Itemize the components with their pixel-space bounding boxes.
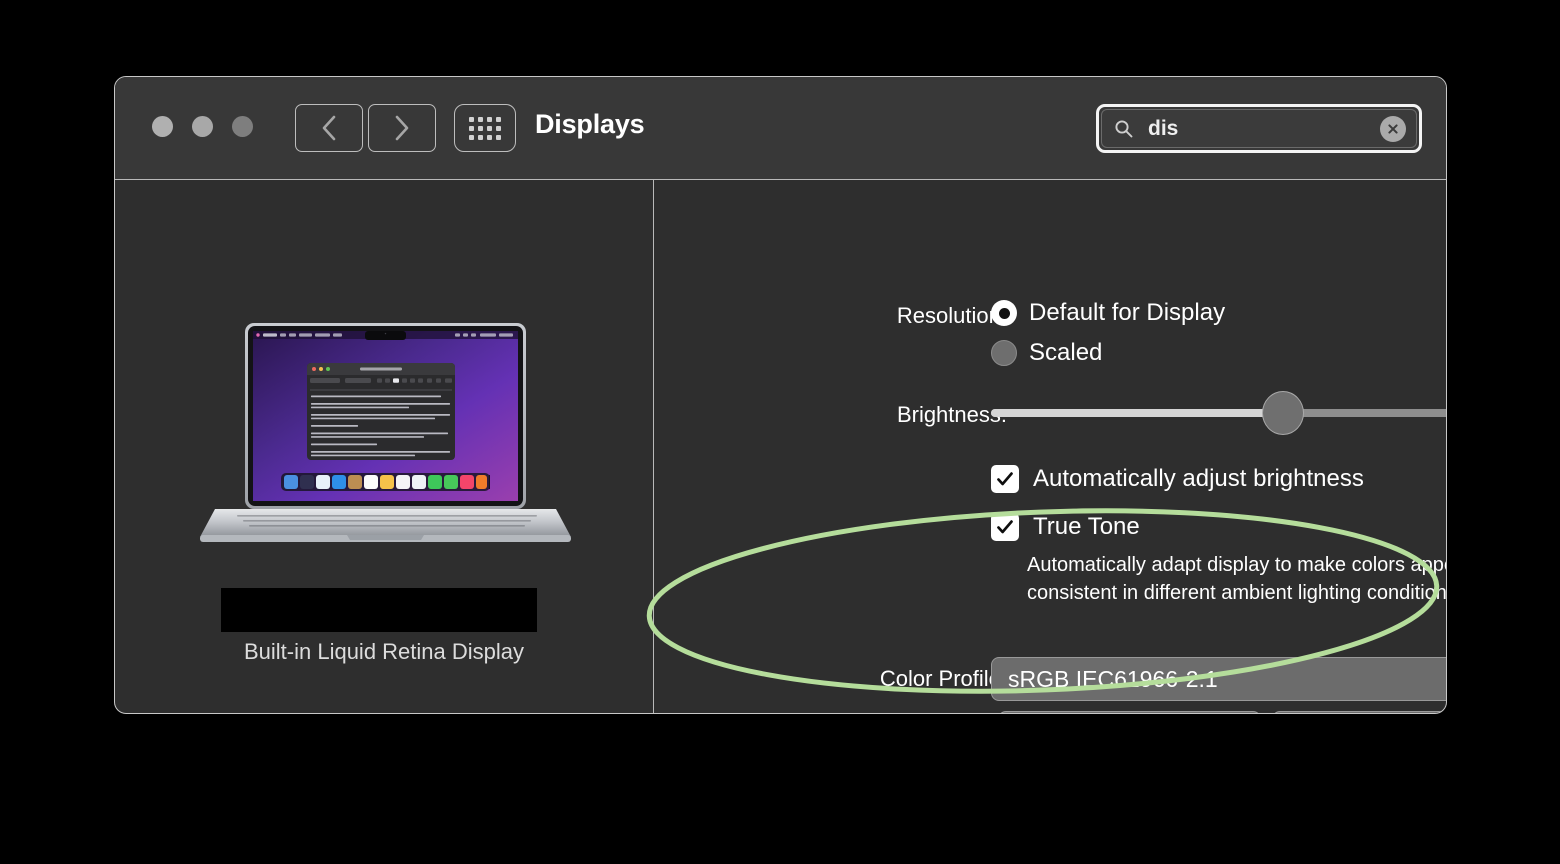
slider-knob[interactable] bbox=[1262, 391, 1305, 435]
search-field-inner[interactable]: dis bbox=[1101, 109, 1417, 148]
resolution-option-scaled[interactable]: Scaled bbox=[991, 339, 1102, 367]
auto-brightness-checkbox-row[interactable]: Automatically adjust brightness bbox=[991, 465, 1364, 493]
auto-brightness-label: Automatically adjust brightness bbox=[1033, 465, 1364, 492]
color-profile-label: Color Profile: bbox=[879, 666, 1007, 691]
close-window-button[interactable] bbox=[152, 116, 173, 137]
radio-button-selected[interactable] bbox=[991, 300, 1017, 326]
chevron-left-icon bbox=[322, 115, 336, 141]
universal-control-button[interactable]: Universal Control... bbox=[998, 711, 1261, 713]
forward-button[interactable] bbox=[368, 104, 436, 152]
checkbox-checked[interactable] bbox=[991, 465, 1019, 493]
checkmark-icon bbox=[997, 520, 1013, 534]
true-tone-checkbox-row[interactable]: True Tone bbox=[991, 513, 1140, 541]
display-settings-pane: Resolution: Default for Display Scaled B… bbox=[654, 181, 1447, 713]
displays-preferences-window: Displays dis Built-in Liquid Retina Disp… bbox=[114, 76, 1447, 714]
brightness-slider[interactable] bbox=[991, 391, 1446, 435]
search-icon bbox=[1115, 119, 1133, 137]
resolution-option-default[interactable]: Default for Display bbox=[991, 299, 1225, 327]
minimize-window-button[interactable] bbox=[192, 116, 213, 137]
resolution-option-label: Default for Display bbox=[1029, 299, 1226, 326]
resolution-option-label: Scaled bbox=[1029, 339, 1103, 366]
window-titlebar: Displays dis bbox=[115, 77, 1446, 180]
grid-icon bbox=[469, 116, 501, 140]
search-input[interactable]: dis bbox=[1148, 117, 1380, 141]
true-tone-label: True Tone bbox=[1033, 513, 1140, 540]
page-title: Displays bbox=[535, 109, 645, 139]
search-field[interactable]: dis bbox=[1096, 104, 1422, 153]
color-profile-popup-button[interactable]: sRGB IEC61966-2.1 bbox=[991, 657, 1446, 701]
close-icon bbox=[1388, 123, 1398, 134]
traffic-lights bbox=[152, 116, 253, 137]
macbook-illustration bbox=[200, 323, 571, 542]
radio-button-unselected[interactable] bbox=[991, 340, 1017, 366]
color-profile-value: sRGB IEC61966-2.1 bbox=[1008, 665, 1218, 692]
slider-track-filled bbox=[991, 409, 1284, 417]
brightness-label: Brightness: bbox=[896, 402, 1007, 427]
chevron-right-icon bbox=[395, 115, 409, 141]
zoom-window-button[interactable] bbox=[232, 116, 253, 137]
display-thumbnail bbox=[221, 588, 537, 632]
checkmark-icon bbox=[997, 472, 1013, 486]
display-name-label: Built-in Liquid Retina Display bbox=[243, 639, 525, 664]
back-button[interactable] bbox=[295, 104, 363, 152]
display-preview-pane: Built-in Liquid Retina Display bbox=[115, 181, 653, 713]
resolution-label: Resolution: bbox=[896, 303, 1007, 328]
night-shift-button[interactable]: Night Shift... bbox=[1272, 711, 1446, 713]
checkbox-checked[interactable] bbox=[991, 513, 1019, 541]
clear-search-button[interactable] bbox=[1380, 115, 1406, 142]
show-all-button[interactable] bbox=[454, 104, 516, 152]
true-tone-description: Automatically adapt display to make colo… bbox=[1027, 554, 1447, 604]
